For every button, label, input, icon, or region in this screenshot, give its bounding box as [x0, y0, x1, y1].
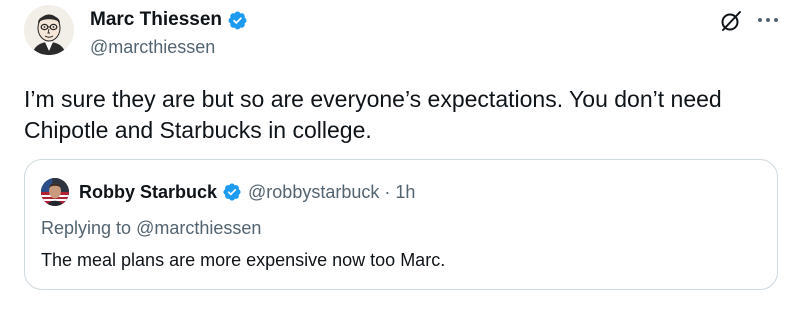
- verified-badge-icon[interactable]: [222, 182, 242, 202]
- author-handle[interactable]: @marcthiessen: [90, 36, 215, 58]
- tweet-text: I’m sure they are but so are everyone’s …: [24, 86, 722, 143]
- photo-avatar-icon: [41, 178, 69, 206]
- more-horizontal-icon[interactable]: [755, 10, 781, 30]
- quoted-tweet-text: The meal plans are more expensive now to…: [41, 250, 446, 270]
- quoted-author-avatar[interactable]: [41, 178, 69, 206]
- quoted-display-name[interactable]: Robby Starbuck: [79, 180, 217, 204]
- separator-dot: ·: [384, 182, 391, 202]
- replying-to: Replying to @marcthiessen: [41, 216, 261, 240]
- quoted-handle[interactable]: @robbystarbuck: [248, 180, 379, 204]
- author-avatar[interactable]: [24, 5, 74, 55]
- author-name-row: Marc Thiessen: [90, 8, 248, 32]
- tweet-card: Marc Thiessen @marcthiessen I’m sure the…: [0, 0, 800, 309]
- replying-to-label: Replying to: [41, 218, 132, 238]
- quoted-tweet[interactable]: Robby Starbuck @robbystarbuck · 1h Reply…: [24, 159, 778, 290]
- replying-to-mention[interactable]: @marcthiessen: [136, 218, 261, 238]
- quoted-header: Robby Starbuck @robbystarbuck · 1h: [79, 180, 415, 204]
- verified-badge-icon[interactable]: [227, 10, 248, 31]
- author-display-name[interactable]: Marc Thiessen: [90, 8, 222, 32]
- caricature-avatar-icon: [24, 5, 74, 55]
- quoted-timestamp[interactable]: 1h: [395, 180, 415, 204]
- grok-icon[interactable]: [719, 9, 743, 33]
